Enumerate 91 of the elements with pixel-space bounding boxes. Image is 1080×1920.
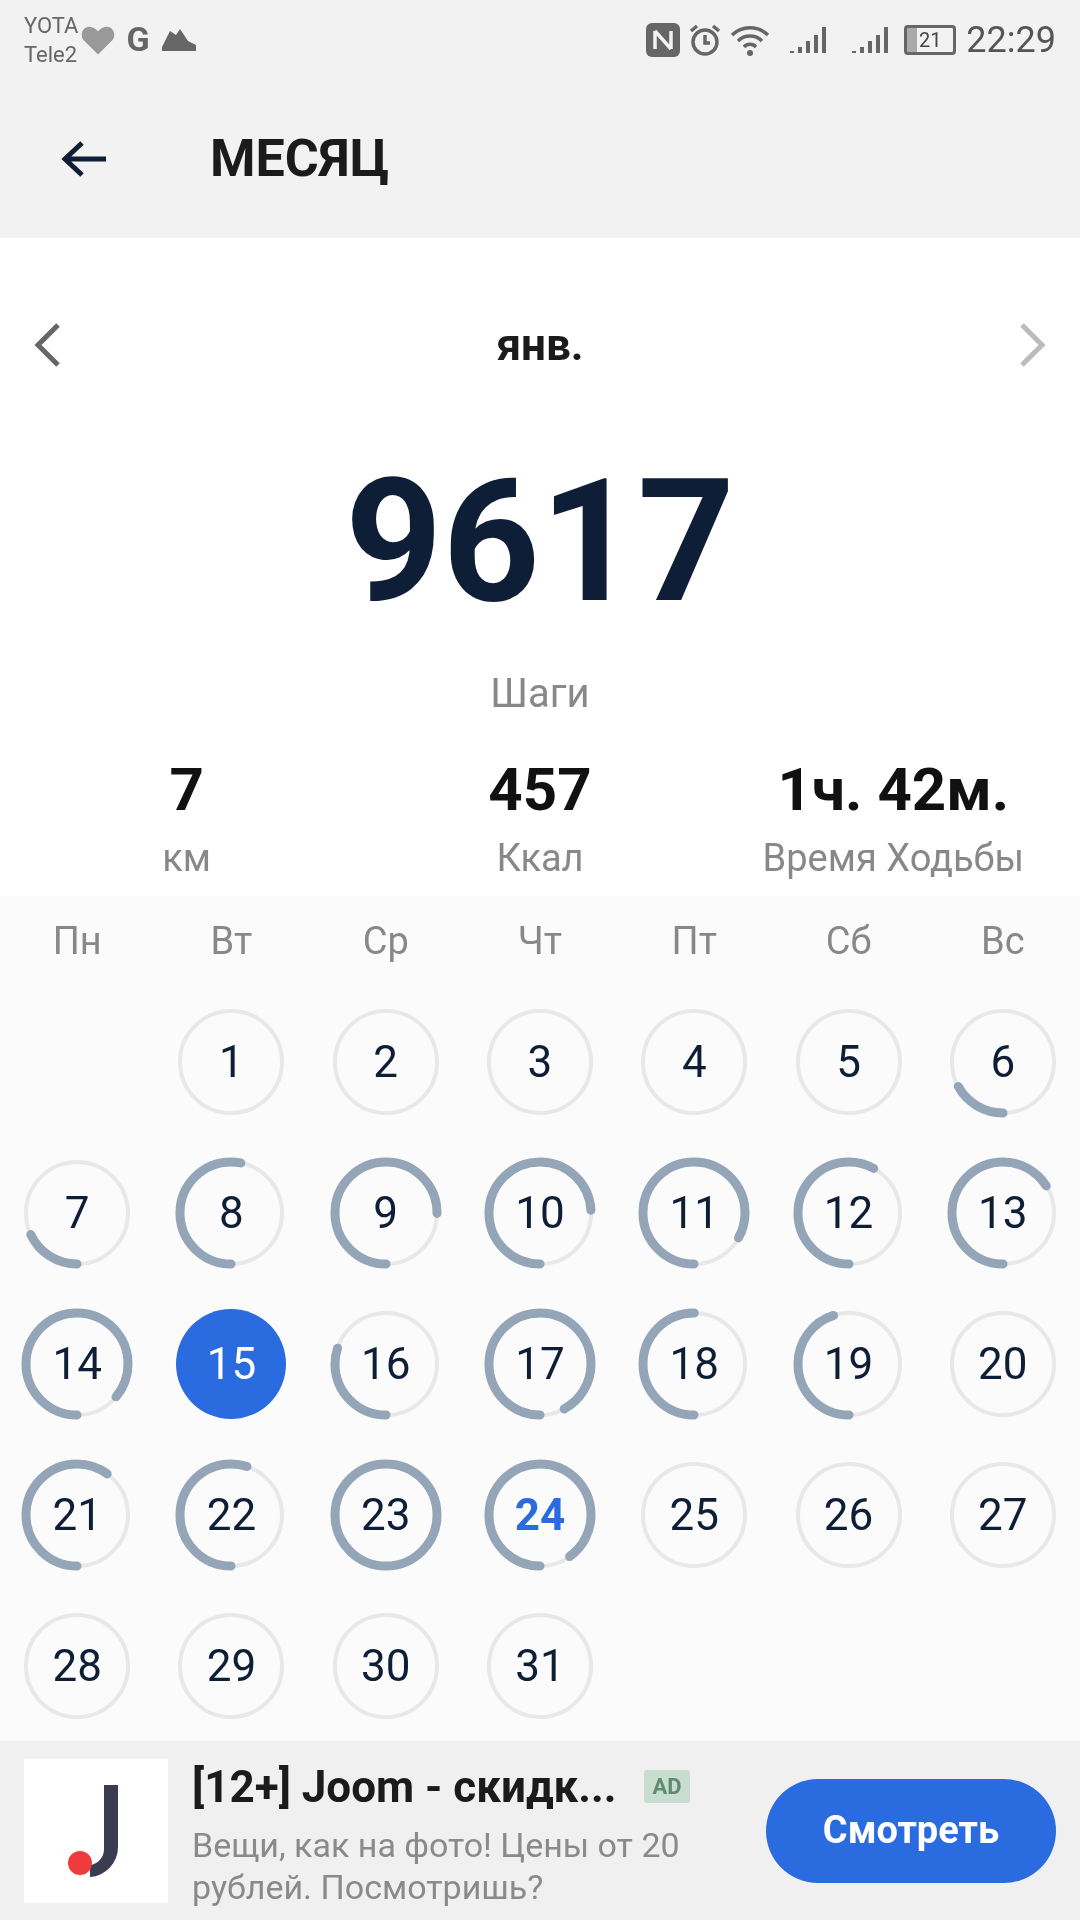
carrier-name: Tele2 bbox=[24, 40, 79, 69]
calendar-day[interactable]: 1 bbox=[173, 1003, 290, 1120]
day-number: 5 bbox=[836, 1034, 861, 1090]
stat-value: 457 bbox=[488, 753, 592, 828]
day-number: 17 bbox=[515, 1336, 565, 1392]
day-number: 28 bbox=[52, 1638, 102, 1694]
day-number: 12 bbox=[823, 1185, 874, 1241]
calendar-day[interactable]: 29 bbox=[173, 1607, 290, 1724]
steps-label: Шаги bbox=[490, 669, 590, 720]
calendar-day[interactable]: 17 bbox=[482, 1305, 598, 1422]
day-number: 16 bbox=[360, 1336, 411, 1392]
stat-label: км bbox=[162, 835, 212, 883]
calendar-day[interactable]: 16 bbox=[327, 1305, 444, 1422]
day-number: 7 bbox=[64, 1185, 90, 1241]
day-number: 4 bbox=[681, 1034, 707, 1090]
page-title: МЕСЯЦ bbox=[210, 127, 390, 191]
carrier-name: YOTA bbox=[24, 11, 79, 40]
day-number: 18 bbox=[669, 1336, 719, 1392]
weekday-label: Вс bbox=[980, 917, 1026, 965]
calendar-day[interactable]: 14 bbox=[19, 1305, 136, 1422]
day-number: 3 bbox=[527, 1034, 553, 1090]
day-number: 24 bbox=[514, 1487, 566, 1543]
day-number: 9 bbox=[373, 1185, 399, 1241]
month-label: янв. bbox=[496, 318, 584, 374]
calendar-day[interactable]: 12 bbox=[790, 1154, 907, 1271]
calendar-day[interactable]: 13 bbox=[944, 1154, 1061, 1271]
day-number: 26 bbox=[823, 1487, 874, 1543]
calendar-day[interactable]: 26 bbox=[790, 1456, 907, 1573]
day-number: 6 bbox=[990, 1034, 1016, 1090]
ad-badge: AD bbox=[644, 1770, 690, 1804]
stat-value: 7 bbox=[169, 753, 204, 828]
weekday-label: Пн bbox=[51, 917, 103, 965]
calendar-day[interactable]: 18 bbox=[636, 1305, 753, 1422]
weekday-label: Сб bbox=[824, 917, 873, 965]
google-icon: G bbox=[126, 14, 150, 66]
day-number: 10 bbox=[515, 1185, 565, 1241]
calendar-day[interactable]: 7 bbox=[19, 1154, 136, 1271]
day-number: 30 bbox=[360, 1638, 411, 1694]
calendar-day[interactable]: 2 bbox=[327, 1003, 444, 1120]
day-number: 25 bbox=[669, 1487, 719, 1543]
day-number: 2 bbox=[373, 1034, 399, 1090]
day-number: 19 bbox=[823, 1336, 874, 1392]
calendar-day[interactable]: 9 bbox=[327, 1154, 444, 1271]
alarm-icon bbox=[688, 22, 723, 57]
weekday-label: Чт bbox=[516, 917, 564, 965]
day-number: 8 bbox=[219, 1185, 244, 1241]
calendar-day[interactable]: 5 bbox=[790, 1003, 907, 1120]
back-arrow-icon bbox=[60, 139, 108, 179]
weekday-label: Пт bbox=[670, 917, 718, 965]
calendar-day[interactable]: 21 bbox=[19, 1456, 136, 1573]
view-button[interactable]: Смотреть bbox=[766, 1778, 1056, 1883]
stat-label: Ккал bbox=[496, 835, 584, 883]
ad-description: Вещи, как на фото! Цены от 20 рублей. Посмотришь? bbox=[192, 1823, 681, 1908]
day-number: 31 bbox=[515, 1638, 565, 1694]
day-number: 20 bbox=[978, 1336, 1028, 1392]
day-number: 21 bbox=[52, 1487, 102, 1543]
calendar-day[interactable]: 22 bbox=[173, 1456, 290, 1573]
calendar-day[interactable]: 31 bbox=[482, 1607, 598, 1724]
day-number: 1 bbox=[219, 1034, 244, 1090]
calendar-day[interactable]: 24 bbox=[482, 1456, 598, 1573]
calendar-day[interactable]: 28 bbox=[19, 1607, 136, 1724]
calendar-day[interactable]: 8 bbox=[173, 1154, 290, 1271]
selected-day[interactable]: 15 bbox=[176, 1308, 287, 1419]
battery-icon: 21 bbox=[904, 24, 957, 55]
calendar-day[interactable]: 23 bbox=[327, 1456, 444, 1573]
calendar-day[interactable]: 27 bbox=[944, 1456, 1061, 1573]
day-number: 14 bbox=[52, 1336, 102, 1392]
calendar-day[interactable]: 11 bbox=[636, 1154, 753, 1271]
calendar-day[interactable]: 25 bbox=[636, 1456, 753, 1573]
day-number: 29 bbox=[206, 1638, 257, 1694]
weekday-label: Вт bbox=[209, 917, 254, 965]
calendar-day[interactable]: 3 bbox=[482, 1003, 598, 1120]
calendar-day[interactable]: 19 bbox=[790, 1305, 907, 1422]
day-number: 15 bbox=[206, 1336, 257, 1392]
ad-title: [12+] Joom - скидк... bbox=[192, 1759, 617, 1815]
day-number: 22 bbox=[206, 1487, 257, 1543]
weekday-label: Ср bbox=[361, 917, 410, 965]
calendar-day[interactable]: 4 bbox=[636, 1003, 753, 1120]
calendar-day[interactable]: 20 bbox=[944, 1305, 1061, 1422]
step-count: 9617 bbox=[344, 452, 736, 633]
stat-label: Время Ходьбы bbox=[762, 835, 1025, 883]
day-number: 27 bbox=[978, 1487, 1028, 1543]
calendar-day[interactable]: 6 bbox=[944, 1003, 1061, 1120]
calendar-day[interactable]: 10 bbox=[482, 1154, 598, 1271]
stat-value: 1ч. 42м. bbox=[777, 753, 1010, 828]
day-number: 23 bbox=[360, 1487, 411, 1543]
day-number: 13 bbox=[978, 1185, 1028, 1241]
clock-time: 22:29 bbox=[966, 17, 1056, 63]
nfc-icon bbox=[646, 22, 681, 57]
calendar-day[interactable]: 30 bbox=[327, 1607, 444, 1724]
day-number: 11 bbox=[669, 1185, 719, 1241]
